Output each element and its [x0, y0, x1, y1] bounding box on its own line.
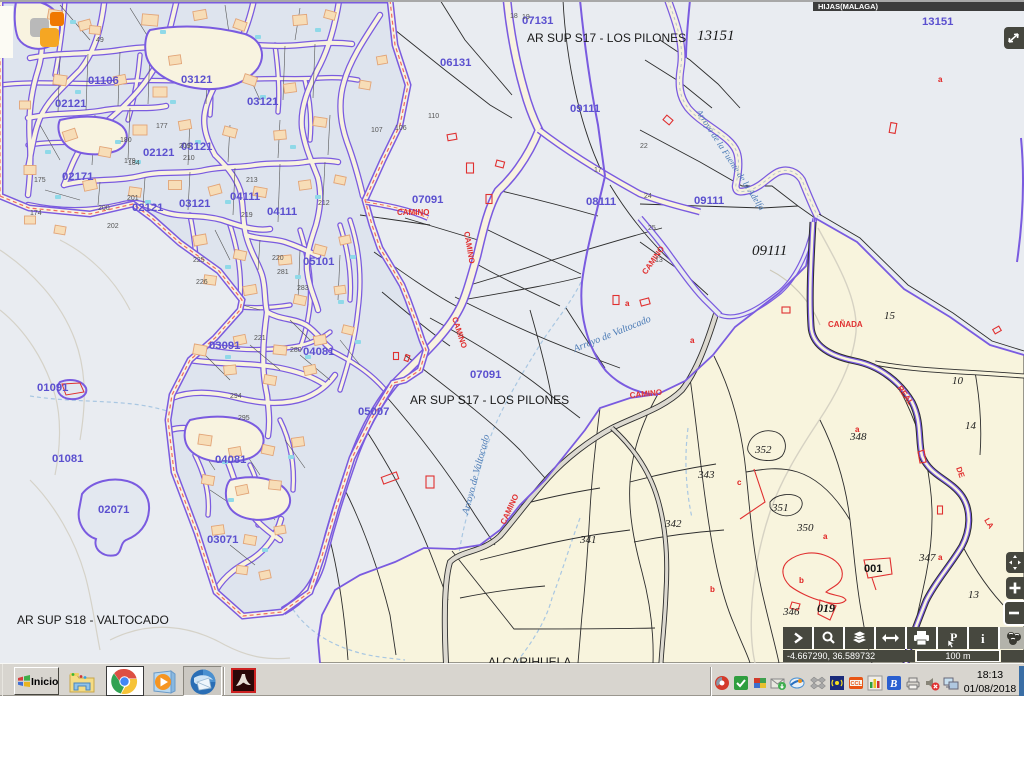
- svg-text:174: 174: [30, 210, 42, 217]
- svg-text:05101: 05101: [303, 256, 334, 268]
- svg-text:22: 22: [640, 143, 648, 150]
- svg-text:17: 17: [594, 167, 602, 174]
- svg-text:a: a: [690, 336, 695, 345]
- svg-text:175: 175: [34, 177, 46, 184]
- svg-text:03071: 03071: [207, 534, 238, 546]
- svg-text:225: 225: [193, 257, 205, 264]
- svg-text:14: 14: [965, 420, 977, 432]
- svg-text:13: 13: [968, 589, 980, 601]
- svg-text:201: 201: [127, 195, 139, 202]
- svg-text:342: 342: [664, 518, 682, 530]
- svg-text:19: 19: [522, 14, 530, 21]
- svg-text:b: b: [799, 576, 804, 585]
- svg-text:106: 106: [395, 125, 407, 132]
- svg-text:06131: 06131: [440, 57, 471, 69]
- svg-text:177: 177: [156, 123, 168, 130]
- svg-text:i: i: [981, 631, 985, 646]
- svg-text:15: 15: [884, 310, 896, 322]
- svg-text:CCL: CCL: [851, 681, 863, 687]
- svg-text:49: 49: [96, 37, 104, 44]
- svg-text:202: 202: [107, 223, 119, 230]
- svg-text:01106: 01106: [88, 75, 119, 87]
- svg-text:25: 25: [648, 225, 656, 232]
- svg-text:295: 295: [238, 415, 250, 422]
- svg-text:209: 209: [179, 143, 191, 150]
- svg-text:294: 294: [230, 393, 242, 400]
- svg-text:02121: 02121: [55, 98, 86, 110]
- svg-text:10: 10: [952, 375, 964, 387]
- svg-text:019: 019: [817, 601, 835, 615]
- svg-text:c: c: [737, 478, 742, 487]
- svg-text:110: 110: [428, 113, 439, 120]
- svg-text:351: 351: [771, 502, 789, 514]
- svg-text:07091: 07091: [470, 369, 501, 381]
- svg-text:05007: 05007: [358, 406, 389, 418]
- svg-text:350: 350: [796, 522, 814, 534]
- svg-text:a: a: [823, 532, 828, 541]
- svg-text:AR SUP S18 - VALTOCADO: AR SUP S18 - VALTOCADO: [17, 613, 169, 627]
- svg-text:13151: 13151: [922, 16, 953, 28]
- svg-text:b: b: [710, 585, 715, 594]
- svg-text:CAMINO: CAMINO: [397, 208, 429, 217]
- svg-text:AR SUP S17 - LOS PILONES: AR SUP S17 - LOS PILONES: [410, 393, 569, 407]
- svg-text:a: a: [625, 299, 630, 308]
- svg-text:280: 280: [290, 347, 302, 354]
- svg-text:210: 210: [183, 155, 195, 162]
- svg-text:CAÑADA: CAÑADA: [828, 320, 863, 329]
- svg-text:107: 107: [371, 127, 383, 134]
- svg-text:ALCARIHUELA: ALCARIHUELA: [488, 655, 571, 663]
- svg-text:09111: 09111: [752, 243, 787, 259]
- svg-text:212: 212: [318, 200, 330, 207]
- svg-text:02171: 02171: [62, 171, 93, 183]
- svg-text:13151: 13151: [697, 28, 735, 44]
- svg-text:200: 200: [98, 205, 110, 212]
- svg-text:03121: 03121: [181, 74, 212, 86]
- svg-text:281: 281: [277, 269, 289, 276]
- svg-text:343: 343: [697, 469, 715, 481]
- svg-text:347: 347: [918, 552, 936, 564]
- svg-text:07091: 07091: [412, 194, 443, 206]
- svg-text:B: B: [889, 678, 897, 690]
- svg-text:13: 13: [655, 257, 663, 264]
- svg-text:179: 179: [124, 158, 136, 165]
- svg-text:09111: 09111: [694, 195, 724, 207]
- svg-text:001: 001: [864, 563, 882, 575]
- svg-text:18: 18: [510, 13, 518, 20]
- svg-text:226: 226: [196, 279, 208, 286]
- svg-text:AR SUP S17 - LOS PILONES: AR SUP S17 - LOS PILONES: [527, 31, 686, 45]
- svg-text:09111: 09111: [570, 103, 600, 115]
- svg-text:02121: 02121: [132, 202, 163, 214]
- svg-text:341: 341: [579, 534, 597, 546]
- svg-text:346: 346: [782, 606, 800, 618]
- svg-text:220: 220: [272, 255, 284, 262]
- svg-text:04111: 04111: [230, 191, 260, 203]
- svg-text:a: a: [855, 425, 860, 434]
- svg-text:03121: 03121: [247, 96, 278, 108]
- svg-text:283: 283: [297, 285, 309, 292]
- svg-text:04081: 04081: [215, 454, 246, 466]
- svg-text:221: 221: [254, 335, 266, 342]
- svg-text:03121: 03121: [179, 198, 210, 210]
- svg-text:a: a: [938, 553, 943, 562]
- svg-text:02071: 02071: [98, 504, 129, 516]
- svg-text:352: 352: [754, 444, 772, 456]
- svg-text:08111: 08111: [586, 196, 616, 208]
- svg-text:03091: 03091: [209, 340, 240, 352]
- svg-text:213: 213: [246, 177, 258, 184]
- svg-text:04081: 04081: [303, 346, 334, 358]
- svg-text:01081: 01081: [52, 453, 83, 465]
- svg-text:02121: 02121: [143, 147, 174, 159]
- svg-text:24: 24: [644, 193, 652, 200]
- svg-text:04111: 04111: [267, 206, 297, 218]
- svg-text:180: 180: [120, 137, 132, 144]
- svg-text:01091: 01091: [37, 382, 68, 394]
- svg-text:219: 219: [241, 212, 253, 219]
- svg-text:a: a: [938, 75, 943, 84]
